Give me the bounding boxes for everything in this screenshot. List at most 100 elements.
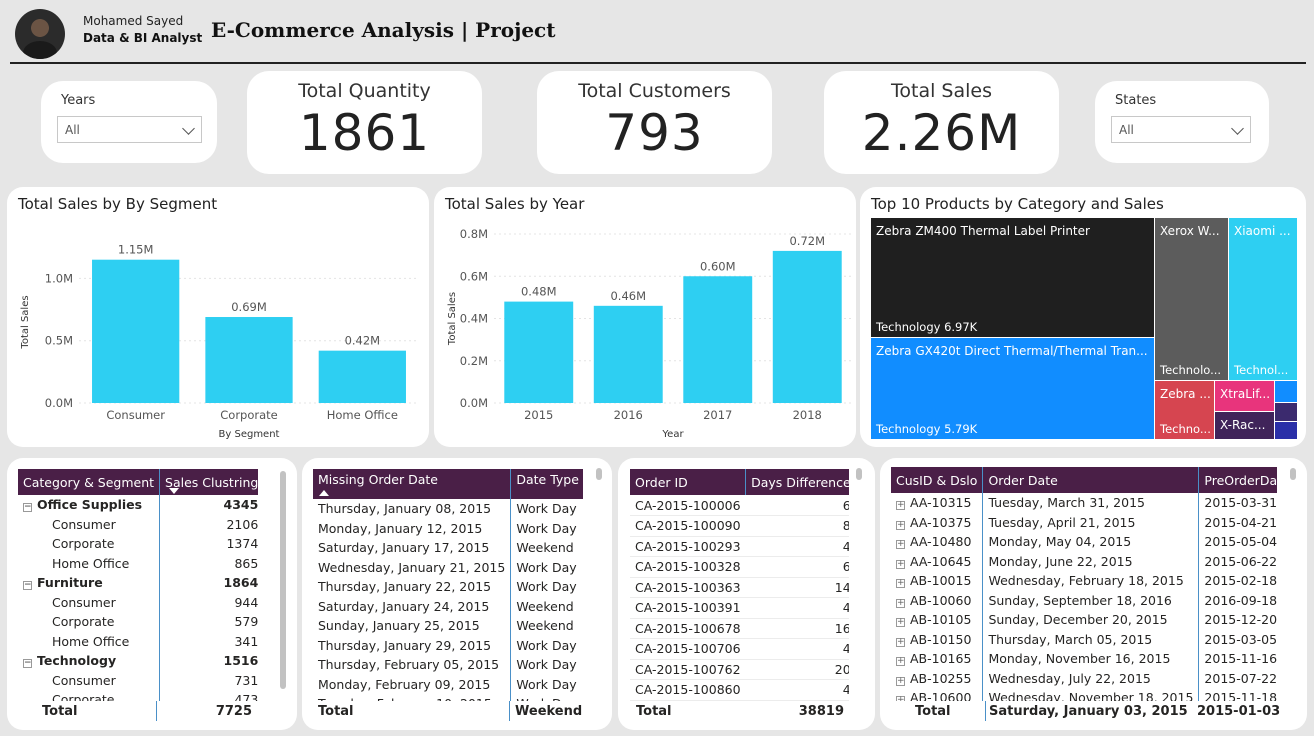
table-row[interactable]: + AB-10060 Sunday, September 18, 2016 2016-… — [891, 590, 1277, 610]
table-row[interactable]: Monday, January 12, 2015 Work Day — [313, 518, 583, 538]
table-row[interactable]: Wednesday, January 21, 2015 Work Day — [313, 557, 583, 577]
column-header[interactable]: Category & Segment — [18, 469, 160, 495]
table-row[interactable]: CA-2015-100006 6 — [630, 495, 849, 516]
table-row[interactable]: CA-2015-100328 6 — [630, 557, 849, 577]
table-row[interactable]: CA-2015-100678 16 — [630, 618, 849, 639]
table-row[interactable]: Thursday, February 05, 2015 Work Day — [313, 655, 583, 675]
kpi-label: Total Customers — [578, 80, 731, 102]
sort-asc-icon[interactable] — [319, 490, 329, 496]
table-row[interactable]: + AB-10015 Wednesday, February 18, 2015 201… — [891, 571, 1277, 591]
treemap-tile[interactable] — [1275, 422, 1297, 439]
table-row[interactable]: CA-2015-100391 4 — [630, 598, 849, 618]
table-row[interactable]: CA-2015-100762 20 — [630, 659, 849, 680]
scrollbar[interactable] — [596, 468, 602, 480]
sort-desc-icon[interactable] — [169, 488, 179, 500]
treemap-tile[interactable]: X-Rac... — [1215, 412, 1274, 439]
table-row[interactable]: + AB-10105 Sunday, December 20, 2015 2015-1… — [891, 610, 1277, 630]
date-type: Weekend — [510, 538, 583, 558]
table-row[interactable]: CA-2015-100706 4 — [630, 639, 849, 659]
expand-icon[interactable]: + — [896, 696, 905, 701]
expand-icon[interactable]: + — [896, 520, 905, 530]
treemap-tile[interactable]: XtraLif... — [1215, 381, 1274, 411]
treemap-tile[interactable] — [1275, 381, 1297, 402]
table-row[interactable]: + AA-10645 Monday, June 22, 2015 2015-06-22 — [891, 551, 1277, 571]
y-tick-label: 0.4M — [460, 312, 488, 326]
table-row[interactable]: Tuesday, February 10, 2015Work Day — [313, 694, 583, 701]
table-row[interactable]: Corporate 1374 — [18, 534, 258, 554]
table-row[interactable]: Consumer 731 — [18, 670, 258, 690]
table-row[interactable]: Saturday, January 17, 2015 Weekend — [313, 538, 583, 558]
table-row[interactable]: CA-2015-100363 14 — [630, 577, 849, 598]
bar[interactable] — [683, 276, 753, 403]
table-row[interactable]: Thursday, January 22, 2015 Work Day — [313, 577, 583, 597]
table-row[interactable]: Thursday, January 29, 2015 Work Day — [313, 635, 583, 655]
treemap-tile[interactable]: Zebra ZM400 Thermal Label Printer Techno… — [871, 218, 1154, 337]
treemap-tile[interactable]: Xiaomi ... Technol... — [1229, 218, 1297, 380]
states-dropdown[interactable]: All — [1111, 116, 1251, 143]
expand-icon[interactable]: + — [896, 559, 905, 569]
expand-icon[interactable]: + — [896, 540, 905, 550]
table-row[interactable]: + AB-10255 Wednesday, July 22, 2015 2015-07… — [891, 668, 1277, 688]
table-row[interactable]: Home Office 341 — [18, 631, 258, 651]
column-header[interactable]: Order Date — [982, 467, 1199, 493]
bar[interactable] — [504, 301, 574, 403]
table-row[interactable]: Thursday, January 08, 2015 Work Day — [313, 499, 583, 519]
table-row[interactable]: + AB-10600 Wednesday, November 18, 2015 201… — [891, 688, 1277, 701]
scrollbar[interactable] — [1290, 468, 1296, 480]
treemap-tile[interactable]: Zebra ... Techno... — [1155, 381, 1214, 439]
table-row[interactable]: Saturday, January 24, 2015 Weekend — [313, 596, 583, 616]
column-header[interactable]: Date Type — [510, 469, 583, 499]
group-row[interactable]: − Furniture 1864 — [18, 573, 258, 593]
table-row[interactable]: CA-2015-100293 4 — [630, 536, 849, 557]
expand-icon[interactable]: + — [896, 657, 905, 667]
expand-icon[interactable]: + — [896, 501, 905, 511]
table-row[interactable]: Consumer 944 — [18, 592, 258, 612]
table-row[interactable]: + AB-10150 Thursday, March 05, 2015 2015-03… — [891, 629, 1277, 649]
order-table-card: Order ID Days Difference CA-2015-100006 6… — [618, 458, 875, 730]
bar[interactable] — [92, 259, 180, 403]
bar[interactable] — [318, 350, 406, 403]
column-header[interactable]: Order ID — [630, 469, 746, 495]
data-label: 0.60M — [700, 259, 736, 273]
scrollbar[interactable] — [856, 468, 862, 480]
column-header[interactable]: Days Difference — [745, 469, 849, 495]
table-row[interactable]: + AA-10480 Monday, May 04, 2015 2015-05-04 — [891, 532, 1277, 552]
kpi-total-quantity: Total Quantity 1861 — [247, 71, 482, 174]
column-header[interactable]: Missing Order Date — [313, 469, 511, 499]
scrollbar[interactable] — [280, 471, 286, 689]
expand-icon[interactable]: + — [896, 579, 905, 589]
segment-label: Consumer — [52, 594, 116, 610]
expand-icon[interactable]: + — [896, 618, 905, 628]
table-row[interactable]: CA-2015-100090 8 — [630, 516, 849, 536]
expand-icon[interactable]: + — [896, 637, 905, 647]
bar[interactable] — [205, 317, 293, 403]
table-row[interactable]: Monday, February 09, 2015 Work Day — [313, 674, 583, 694]
collapse-icon[interactable]: − — [23, 503, 32, 513]
table-row[interactable]: Home Office 865 — [18, 553, 258, 573]
table-row[interactable]: Consumer 2106 — [18, 514, 258, 534]
treemap-tile[interactable]: Zebra GX420t Direct Thermal/Thermal Tran… — [871, 338, 1154, 439]
table-row[interactable]: + AA-10375 Tuesday, April 21, 2015 2015-04-… — [891, 512, 1277, 532]
table-row[interactable]: + AA-10315 Tuesday, March 31, 2015 2015-03-… — [891, 493, 1277, 513]
customer-id: + AA-10480 — [896, 534, 972, 550]
missing-date: Wednesday, January 21, 2015 — [318, 559, 506, 575]
collapse-icon[interactable]: − — [23, 659, 32, 669]
collapse-icon[interactable]: − — [23, 581, 32, 591]
expand-icon[interactable]: + — [896, 598, 905, 608]
group-row[interactable]: − Office Supplies 4345 — [18, 495, 258, 515]
table-row[interactable]: CA-2015-100860 4 — [630, 680, 849, 700]
table-row[interactable]: Sunday, January 25, 2015 Weekend — [313, 616, 583, 636]
column-header[interactable]: CusID & Dslo — [891, 467, 983, 493]
group-row[interactable]: − Technology 1516 — [18, 651, 258, 671]
expand-icon[interactable]: + — [896, 676, 905, 686]
table-row[interactable]: Corporate 473 — [18, 690, 258, 701]
bar[interactable] — [772, 250, 842, 403]
treemap-tile[interactable] — [1275, 403, 1297, 421]
years-dropdown[interactable]: All — [57, 116, 202, 143]
table-row[interactable]: + AB-10165 Monday, November 16, 2015 2015-1… — [891, 649, 1277, 669]
bar[interactable] — [593, 305, 663, 403]
kpi-total-sales: Total Sales 2.26M — [824, 71, 1059, 174]
column-header[interactable]: PreOrderDate — [1198, 467, 1277, 493]
treemap-tile[interactable]: Xerox W... Technolo... — [1155, 218, 1228, 380]
table-row[interactable]: Corporate 579 — [18, 612, 258, 632]
